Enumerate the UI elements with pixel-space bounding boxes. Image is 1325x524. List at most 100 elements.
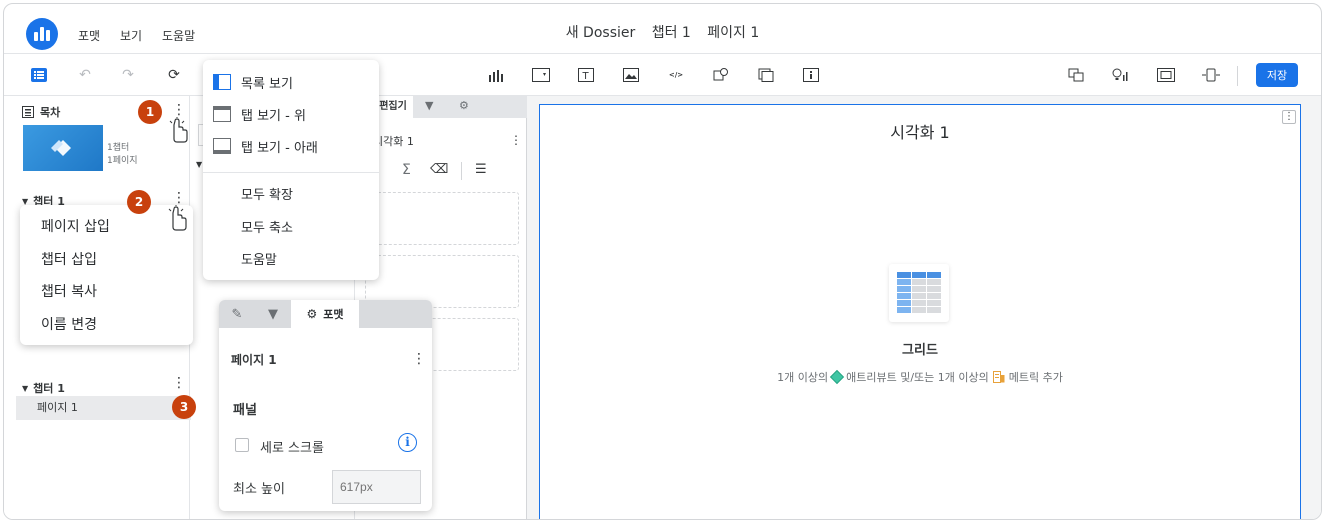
metric-icon [992, 371, 1005, 383]
attribute-icon [830, 369, 845, 385]
app-window: 포맷 보기 도움말 새 Dossier 챕터 1 페이지 1 ↶ ↷ ⟳ T <… [3, 3, 1322, 520]
menu-expand-all[interactable]: 모두 확장 [203, 177, 379, 209]
edit-tab-icon[interactable]: ✎ [219, 300, 255, 328]
svg-text:T: T [582, 71, 590, 82]
panel-stack-icon[interactable] [756, 66, 776, 84]
toc-page-item[interactable]: 페이지 1 [16, 396, 191, 420]
hint-prefix: 1개 이상의 [777, 371, 829, 384]
menu-list-view[interactable]: 목록 보기 [203, 66, 379, 98]
viz-more-options-icon[interactable]: ⋮ [1282, 110, 1296, 124]
vertical-scroll-label: 세로 스크롤 [260, 441, 324, 456]
list-view-icon [213, 74, 231, 90]
insights-bulb-icon[interactable] [1111, 66, 1131, 84]
settings-sliders-icon[interactable]: ☰ [475, 162, 487, 177]
dossier-name: 새 Dossier [565, 25, 636, 41]
toc-chapter-2[interactable]: ▼ 챕터 1 [22, 380, 65, 396]
title-bar: 포맷 보기 도움말 새 Dossier 챕터 1 페이지 1 [4, 4, 1321, 54]
toc-icon [22, 106, 34, 118]
chapter-count: 1챕터 [107, 143, 130, 153]
filter-selector-icon[interactable] [531, 66, 551, 84]
format-target-title: 페이지 1 [231, 353, 277, 367]
tab-top-icon [213, 106, 231, 122]
page-count: 1페이지 [107, 156, 138, 166]
format-panel: ✎ ▼ ⚙ 포맷 페이지 1 ⋮ 패널 세로 스크롤 i 최소 높이 [219, 300, 432, 511]
pointer-cursor-icon [168, 116, 190, 148]
chapter-more-icon[interactable]: ⋮ [172, 376, 186, 390]
drop-zone-rows[interactable] [365, 192, 519, 245]
document-title: 새 Dossier 챕터 1 페이지 1 [4, 22, 1321, 42]
tab-format[interactable]: ⚙ 포맷 [291, 300, 359, 328]
toc-title: 목차 [40, 106, 61, 119]
bar-chart-icon[interactable] [486, 66, 506, 84]
pointer-cursor-icon [167, 204, 189, 236]
duplicate-icon[interactable] [1066, 66, 1086, 84]
menu-insert-chapter[interactable]: 챕터 삽입 [20, 244, 193, 277]
chapter-label: 챕터 1 [33, 382, 65, 395]
chapter-collapse-icon[interactable]: ▼ [22, 384, 28, 393]
menu-copy-chapter[interactable]: 챕터 복사 [20, 276, 193, 309]
undo-icon[interactable]: ↶ [75, 66, 95, 84]
presentation-mode-icon[interactable] [1201, 66, 1221, 84]
save-button[interactable]: 저장 [1256, 63, 1298, 87]
filter-tab-icon[interactable]: ▼ [425, 99, 433, 112]
html-container-icon[interactable]: </> [666, 66, 686, 84]
toc-more-icon[interactable]: ⋮ [172, 103, 186, 117]
menu-collapse-all[interactable]: 모두 축소 [203, 210, 379, 242]
visualization-container[interactable]: 시각화 1 ⋮ 그리드 1개 이상의 애트리뷰트 및/또는 1개 이상의 메트릭… [539, 104, 1301, 519]
toolbar: ↶ ↷ ⟳ T </> 저장 [4, 54, 1321, 96]
chapter-name: 챕터 1 [651, 25, 691, 41]
format-tab-icon[interactable]: ⚙ [459, 99, 469, 112]
panel-section-title: 패널 [233, 403, 257, 418]
thumbnail-meta: 1챕터 1페이지 [107, 142, 138, 168]
gear-icon: ⚙ [306, 307, 318, 321]
grid-label: 그리드 [902, 343, 938, 358]
info-icon[interactable]: i [398, 433, 417, 452]
step-badge-1: 1 [138, 100, 162, 124]
tab-format-label: 포맷 [323, 308, 344, 321]
toolbar-divider [1237, 66, 1238, 86]
add-data-hint: 1개 이상의 애트리뷰트 및/또는 1개 이상의 메트릭 추가 [540, 369, 1300, 385]
grid-visualization-icon [889, 264, 949, 322]
min-height-label: 최소 높이 [233, 482, 285, 497]
sum-icon[interactable]: Σ [402, 162, 411, 178]
shape-icon[interactable] [711, 66, 731, 84]
menu-divider [203, 172, 379, 173]
filter-tab-icon[interactable]: ▼ [255, 300, 291, 328]
refresh-icon[interactable]: ⟳ [164, 66, 184, 84]
editor-divider [461, 162, 462, 180]
editor-more-icon[interactable]: ⋮ [510, 133, 522, 147]
editor-viz-name: 시각화 1 [373, 135, 414, 148]
menu-label: 탭 보기 - 위 [241, 108, 306, 124]
format-more-icon[interactable]: ⋮ [412, 351, 426, 367]
step-badge-3: 3 [172, 395, 196, 419]
tab-editor[interactable]: 편집기 [373, 96, 413, 118]
text-box-icon[interactable]: T [576, 66, 596, 84]
visualization-title[interactable]: 시각화 1 [540, 119, 1300, 143]
information-window-icon[interactable] [801, 66, 821, 84]
image-icon[interactable] [621, 66, 641, 84]
format-panel-tabs: ✎ ▼ ⚙ 포맷 [219, 300, 432, 328]
fit-to-page-icon[interactable] [1156, 66, 1176, 84]
page-name: 페이지 1 [707, 25, 760, 41]
menu-label: 목록 보기 [241, 76, 293, 92]
hint-attribute: 애트리뷰트 및/또는 1개 이상의 [846, 371, 989, 384]
toc-header: 목차 [22, 104, 60, 120]
tab-bottom-icon [213, 138, 231, 154]
menu-help-item[interactable]: 도움말 [203, 242, 379, 274]
eraser-icon[interactable]: ⌫ [430, 162, 448, 177]
vertical-scroll-checkbox[interactable] [235, 438, 249, 452]
menu-rename[interactable]: 이름 변경 [20, 309, 193, 342]
step-badge-2: 2 [127, 190, 151, 214]
dossier-thumbnail[interactable] [23, 125, 103, 171]
chapter-more-icon[interactable]: ⋮ [172, 191, 186, 205]
menu-tab-view-top[interactable]: 탭 보기 - 위 [203, 98, 379, 130]
toc-toggle-icon[interactable] [29, 66, 49, 84]
editor-tabs: 편집기 ▼ ⚙ [355, 96, 527, 118]
menu-tab-view-bottom[interactable]: 탭 보기 - 아래 [203, 130, 379, 162]
menu-label: 탭 보기 - 아래 [241, 140, 318, 156]
redo-icon[interactable]: ↷ [118, 66, 138, 84]
dataset-collapse-icon[interactable]: ▼ [196, 160, 202, 169]
min-height-input[interactable] [332, 470, 421, 504]
toc-view-menu: 목록 보기 탭 보기 - 위 탭 보기 - 아래 모두 확장 모두 축소 도움말 [203, 60, 379, 280]
hint-metric: 메트릭 추가 [1008, 371, 1063, 384]
